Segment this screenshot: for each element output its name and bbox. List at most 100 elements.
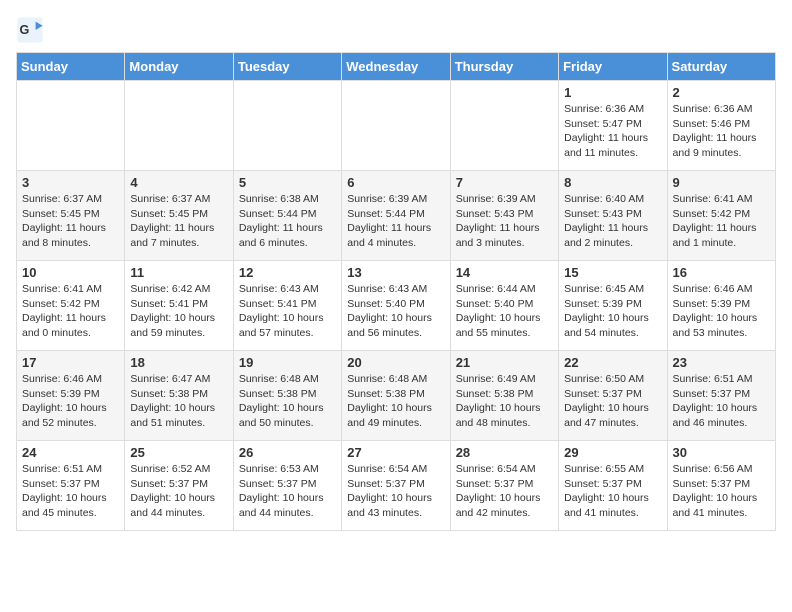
day-info: Sunrise: 6:45 AM Sunset: 5:39 PM Dayligh…	[564, 282, 661, 341]
day-info: Sunrise: 6:42 AM Sunset: 5:41 PM Dayligh…	[130, 282, 227, 341]
day-info: Sunrise: 6:55 AM Sunset: 5:37 PM Dayligh…	[564, 462, 661, 521]
day-info: Sunrise: 6:43 AM Sunset: 5:41 PM Dayligh…	[239, 282, 336, 341]
day-number: 10	[22, 265, 119, 280]
calendar-week-row: 10 Sunrise: 6:41 AM Sunset: 5:42 PM Dayli…	[17, 261, 776, 351]
day-info: Sunrise: 6:48 AM Sunset: 5:38 PM Dayligh…	[239, 372, 336, 431]
day-number: 26	[239, 445, 336, 460]
weekday-header-sunday: Sunday	[17, 53, 125, 81]
day-number: 5	[239, 175, 336, 190]
day-info: Sunrise: 6:51 AM Sunset: 5:37 PM Dayligh…	[22, 462, 119, 521]
calendar-cell: 3Sunrise: 6:37 AM Sunset: 5:45 PM Daylig…	[17, 171, 125, 261]
day-info: Sunrise: 6:54 AM Sunset: 5:37 PM Dayligh…	[456, 462, 553, 521]
day-number: 8	[564, 175, 661, 190]
day-info: Sunrise: 6:51 AM Sunset: 5:37 PM Dayligh…	[673, 372, 770, 431]
day-number: 30	[673, 445, 770, 460]
calendar-cell: 15Sunrise: 6:45 AM Sunset: 5:39 PM Dayli…	[559, 261, 667, 351]
day-number: 25	[130, 445, 227, 460]
day-info: Sunrise: 6:37 AM Sunset: 5:45 PM Dayligh…	[130, 192, 227, 251]
day-info: Sunrise: 6:37 AM Sunset: 5:45 PM Dayligh…	[22, 192, 119, 251]
calendar-cell: 1 Sunrise: 6:36 AM Sunset: 5:47 PM Daylig…	[559, 81, 667, 171]
day-info: Sunrise: 6:53 AM Sunset: 5:37 PM Dayligh…	[239, 462, 336, 521]
calendar-cell: 12 Sunrise: 6:43 AM Sunset: 5:41 PM Dayli…	[233, 261, 341, 351]
calendar-cell: 8 Sunrise: 6:40 AM Sunset: 5:43 PM Daylig…	[559, 171, 667, 261]
calendar-cell: 9Sunrise: 6:41 AM Sunset: 5:42 PM Daylig…	[667, 171, 775, 261]
calendar-cell	[450, 81, 558, 171]
weekday-header-tuesday: Tuesday	[233, 53, 341, 81]
day-info: Sunrise: 6:49 AM Sunset: 5:38 PM Dayligh…	[456, 372, 553, 431]
day-info: Sunrise: 6:39 AM Sunset: 5:43 PM Dayligh…	[456, 192, 553, 251]
day-info: Sunrise: 6:39 AM Sunset: 5:44 PM Dayligh…	[347, 192, 444, 251]
logo-icon: G	[16, 16, 44, 44]
calendar-cell: 23 Sunrise: 6:51 AM Sunset: 5:37 PM Dayli…	[667, 351, 775, 441]
day-number: 24	[22, 445, 119, 460]
day-info: Sunrise: 6:40 AM Sunset: 5:43 PM Dayligh…	[564, 192, 661, 251]
calendar-cell: 11 Sunrise: 6:42 AM Sunset: 5:41 PM Dayli…	[125, 261, 233, 351]
weekday-header-monday: Monday	[125, 53, 233, 81]
calendar-cell: 5 Sunrise: 6:38 AM Sunset: 5:44 PM Daylig…	[233, 171, 341, 261]
calendar-cell: 2 Sunrise: 6:36 AM Sunset: 5:46 PM Daylig…	[667, 81, 775, 171]
calendar-cell: 21 Sunrise: 6:49 AM Sunset: 5:38 PM Dayli…	[450, 351, 558, 441]
day-number: 7	[456, 175, 553, 190]
day-number: 1	[564, 85, 661, 100]
calendar-cell	[125, 81, 233, 171]
day-info: Sunrise: 6:38 AM Sunset: 5:44 PM Dayligh…	[239, 192, 336, 251]
day-info: Sunrise: 6:41 AM Sunset: 5:42 PM Dayligh…	[673, 192, 770, 251]
weekday-header-saturday: Saturday	[667, 53, 775, 81]
day-info: Sunrise: 6:54 AM Sunset: 5:37 PM Dayligh…	[347, 462, 444, 521]
day-number: 22	[564, 355, 661, 370]
calendar-cell: 20 Sunrise: 6:48 AM Sunset: 5:38 PM Dayli…	[342, 351, 450, 441]
calendar-cell: 19Sunrise: 6:48 AM Sunset: 5:38 PM Dayli…	[233, 351, 341, 441]
svg-text:G: G	[20, 23, 30, 37]
calendar-cell: 25 Sunrise: 6:52 AM Sunset: 5:37 PM Dayli…	[125, 441, 233, 531]
day-info: Sunrise: 6:52 AM Sunset: 5:37 PM Dayligh…	[130, 462, 227, 521]
calendar-cell: 18 Sunrise: 6:47 AM Sunset: 5:38 PM Dayli…	[125, 351, 233, 441]
calendar-cell: 16 Sunrise: 6:46 AM Sunset: 5:39 PM Dayli…	[667, 261, 775, 351]
day-info: Sunrise: 6:50 AM Sunset: 5:37 PM Dayligh…	[564, 372, 661, 431]
calendar-cell: 27 Sunrise: 6:54 AM Sunset: 5:37 PM Dayli…	[342, 441, 450, 531]
day-number: 29	[564, 445, 661, 460]
calendar-cell: 17 Sunrise: 6:46 AM Sunset: 5:39 PM Dayli…	[17, 351, 125, 441]
calendar-cell: 6Sunrise: 6:39 AM Sunset: 5:44 PM Daylig…	[342, 171, 450, 261]
calendar-cell: 26 Sunrise: 6:53 AM Sunset: 5:37 PM Dayli…	[233, 441, 341, 531]
day-info: Sunrise: 6:36 AM Sunset: 5:47 PM Dayligh…	[564, 102, 661, 161]
day-number: 17	[22, 355, 119, 370]
calendar-cell: 13 Sunrise: 6:43 AM Sunset: 5:40 PM Dayli…	[342, 261, 450, 351]
day-number: 12	[239, 265, 336, 280]
day-number: 4	[130, 175, 227, 190]
day-number: 20	[347, 355, 444, 370]
calendar-cell: 7 Sunrise: 6:39 AM Sunset: 5:43 PM Daylig…	[450, 171, 558, 261]
day-number: 27	[347, 445, 444, 460]
calendar-week-row: 1 Sunrise: 6:36 AM Sunset: 5:47 PM Daylig…	[17, 81, 776, 171]
calendar-cell: 29 Sunrise: 6:55 AM Sunset: 5:37 PM Dayli…	[559, 441, 667, 531]
day-info: Sunrise: 6:48 AM Sunset: 5:38 PM Dayligh…	[347, 372, 444, 431]
calendar-week-row: 17 Sunrise: 6:46 AM Sunset: 5:39 PM Dayli…	[17, 351, 776, 441]
calendar-cell	[342, 81, 450, 171]
day-number: 23	[673, 355, 770, 370]
day-number: 21	[456, 355, 553, 370]
weekday-header-thursday: Thursday	[450, 53, 558, 81]
day-info: Sunrise: 6:46 AM Sunset: 5:39 PM Dayligh…	[22, 372, 119, 431]
weekday-header-row: SundayMondayTuesdayWednesdayThursdayFrid…	[17, 53, 776, 81]
day-info: Sunrise: 6:47 AM Sunset: 5:38 PM Dayligh…	[130, 372, 227, 431]
day-info: Sunrise: 6:43 AM Sunset: 5:40 PM Dayligh…	[347, 282, 444, 341]
day-number: 28	[456, 445, 553, 460]
day-number: 13	[347, 265, 444, 280]
day-info: Sunrise: 6:41 AM Sunset: 5:42 PM Dayligh…	[22, 282, 119, 341]
day-number: 18	[130, 355, 227, 370]
day-number: 16	[673, 265, 770, 280]
day-number: 11	[130, 265, 227, 280]
calendar-cell: 22 Sunrise: 6:50 AM Sunset: 5:37 PM Dayli…	[559, 351, 667, 441]
day-info: Sunrise: 6:46 AM Sunset: 5:39 PM Dayligh…	[673, 282, 770, 341]
weekday-header-wednesday: Wednesday	[342, 53, 450, 81]
calendar-cell: 14Sunrise: 6:44 AM Sunset: 5:40 PM Dayli…	[450, 261, 558, 351]
day-info: Sunrise: 6:36 AM Sunset: 5:46 PM Dayligh…	[673, 102, 770, 161]
calendar-cell	[17, 81, 125, 171]
calendar-cell: 4 Sunrise: 6:37 AM Sunset: 5:45 PM Daylig…	[125, 171, 233, 261]
calendar-table: SundayMondayTuesdayWednesdayThursdayFrid…	[16, 52, 776, 531]
day-info: Sunrise: 6:56 AM Sunset: 5:37 PM Dayligh…	[673, 462, 770, 521]
calendar-cell: 28 Sunrise: 6:54 AM Sunset: 5:37 PM Dayli…	[450, 441, 558, 531]
day-number: 2	[673, 85, 770, 100]
weekday-header-friday: Friday	[559, 53, 667, 81]
day-info: Sunrise: 6:44 AM Sunset: 5:40 PM Dayligh…	[456, 282, 553, 341]
calendar-cell: 24 Sunrise: 6:51 AM Sunset: 5:37 PM Dayli…	[17, 441, 125, 531]
